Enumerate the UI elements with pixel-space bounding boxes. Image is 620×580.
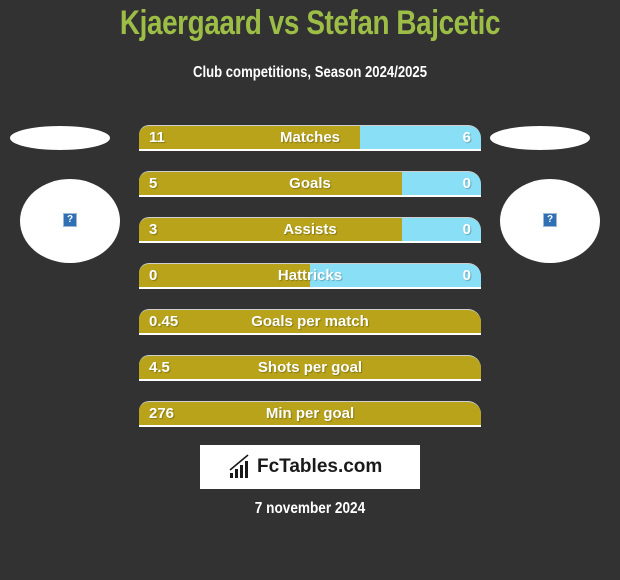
stat-row-goals-per-match: 0.45 Goals per match xyxy=(139,309,481,335)
bar-chart-icon xyxy=(229,454,249,478)
right-value: 0 xyxy=(462,267,471,284)
right-value: 6 xyxy=(462,129,471,146)
stat-label: Shots per goal xyxy=(257,359,363,376)
stat-row-goals: 5 Goals 0 xyxy=(139,171,481,197)
stat-label: Goals per match xyxy=(251,313,369,330)
stat-label: Goals xyxy=(289,175,331,192)
image-placeholder-icon: ? xyxy=(543,213,557,227)
stat-label: Hattricks xyxy=(277,267,343,284)
right-value: 0 xyxy=(462,175,471,192)
stat-label: Assists xyxy=(283,221,337,238)
stat-label: Min per goal xyxy=(265,405,355,422)
date-label: 7 november 2024 xyxy=(254,500,366,517)
image-placeholder-icon: ? xyxy=(63,213,77,227)
stat-row-min-per-goal: 276 Min per goal xyxy=(139,401,481,427)
right-value: 0 xyxy=(462,221,471,238)
fctables-logo[interactable]: FcTables.com xyxy=(200,445,420,489)
stat-row-matches: 11 Matches 6 xyxy=(139,125,481,151)
left-player-avatar[interactable]: ? xyxy=(20,179,120,263)
left-player-name-badge xyxy=(10,126,110,150)
page-title: Kjaergaard vs Stefan Bajcetic xyxy=(119,4,501,42)
right-player-avatar[interactable]: ? xyxy=(500,179,600,263)
stat-label: Matches xyxy=(279,129,341,146)
right-player-name-badge xyxy=(490,126,590,150)
logo-text: FcTables.com xyxy=(257,456,383,477)
competition-subtitle: Club competitions, Season 2024/2025 xyxy=(192,64,428,81)
stat-row-shots-per-goal: 4.5 Shots per goal xyxy=(139,355,481,381)
stat-row-assists: 3 Assists 0 xyxy=(139,217,481,243)
stat-row-hattricks: 0 Hattricks 0 xyxy=(139,263,481,289)
